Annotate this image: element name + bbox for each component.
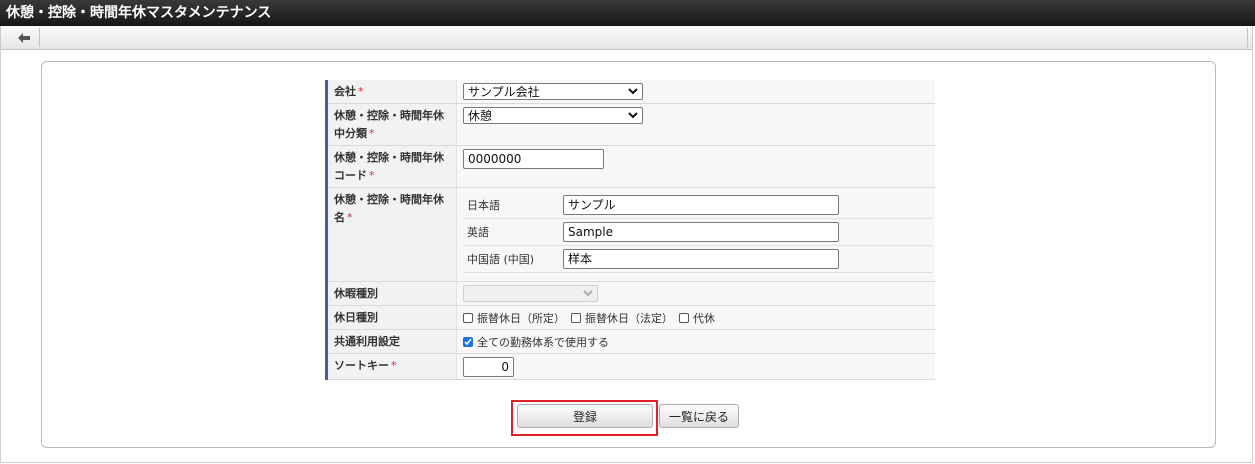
row-code: 休憩・控除・時間年休コード * 0000000 <box>325 145 935 188</box>
holiday-option-substitute-scheduled[interactable]: 振替休日（所定） <box>463 310 565 326</box>
name-row-zh: 中国語 (中国) 样本 <box>463 245 933 273</box>
category-label: 休憩・控除・時間年休中分類 * <box>325 103 457 146</box>
name-zh-input[interactable]: 样本 <box>563 249 839 269</box>
back-button[interactable] <box>8 28 40 47</box>
chevron-down-icon <box>628 112 638 119</box>
required-mark: * <box>369 127 375 140</box>
holiday-option-compensatory[interactable]: 代休 <box>679 310 715 326</box>
row-sort-key: ソートキー * 0 <box>325 353 935 380</box>
sort-key-label: ソートキー * <box>325 353 457 380</box>
row-shared-use: 共通利用設定 全ての勤務体系で使用する <box>325 329 935 354</box>
window-title: 休憩・控除・時間年休マスタメンテナンス <box>0 0 1255 26</box>
checkbox[interactable] <box>571 313 581 323</box>
lang-label: 中国語 (中国) <box>463 245 559 273</box>
holiday-type-label: 休日種別 <box>325 305 457 330</box>
shared-use-label: 共通利用設定 <box>325 329 457 354</box>
required-mark: * <box>391 359 397 372</box>
row-name: 休憩・控除・時間年休名 * 日本語 サンプル 英語 Sample 中国語 (中国)… <box>325 187 935 282</box>
name-row-en: 英語 Sample <box>463 218 933 246</box>
chevron-down-icon <box>628 88 638 95</box>
required-mark: * <box>358 85 364 98</box>
code-label: 休憩・控除・時間年休コード * <box>325 145 457 188</box>
checkbox[interactable] <box>463 313 473 323</box>
required-mark: * <box>347 211 353 224</box>
row-category: 休憩・控除・時間年休中分類 * 休憩 <box>325 103 935 146</box>
leave-type-select[interactable] <box>463 285 598 302</box>
lang-label: 日本語 <box>463 192 559 219</box>
toolbar <box>0 26 1253 50</box>
name-row-ja: 日本語 サンプル <box>463 192 933 219</box>
holiday-option-substitute-legal[interactable]: 振替休日（法定） <box>571 310 673 326</box>
name-en-input[interactable]: Sample <box>563 222 839 242</box>
code-input[interactable]: 0000000 <box>463 149 604 169</box>
back-to-list-button[interactable]: 一覧に戻る <box>659 404 739 428</box>
company-select[interactable]: サンプル会社 <box>463 83 643 100</box>
highlight-frame <box>511 400 658 436</box>
name-table: 日本語 サンプル 英語 Sample 中国語 (中国) 样本 <box>463 192 933 273</box>
lang-label: 英語 <box>463 218 559 246</box>
chevron-down-icon <box>583 290 593 297</box>
checkbox[interactable] <box>679 313 689 323</box>
holiday-type-options: 振替休日（所定） 振替休日（法定） 代休 <box>463 309 931 327</box>
row-holiday-type: 休日種別 振替休日（所定） 振替休日（法定） 代休 <box>325 305 935 330</box>
checkmark-icon <box>464 338 472 346</box>
company-label: 会社 * <box>325 80 457 104</box>
toolbar-divider <box>1247 28 1248 48</box>
sort-key-input[interactable]: 0 <box>463 357 514 377</box>
required-mark: * <box>369 169 375 182</box>
shared-use-option[interactable]: 全ての勤務体系で使用する <box>463 333 931 351</box>
name-label: 休憩・控除・時間年休名 * <box>325 187 457 282</box>
arrow-left-icon <box>17 32 30 43</box>
row-company: 会社 * サンプル会社 <box>325 80 935 104</box>
name-ja-input[interactable]: サンプル <box>563 195 839 215</box>
form-table: 会社 * サンプル会社 休憩・控除・時間年休中分類 * 休憩 休憩・控除・時間年休コ… <box>325 80 935 380</box>
row-leave-type: 休暇種別 <box>325 281 935 306</box>
leave-type-label: 休暇種別 <box>325 281 457 306</box>
checkbox-checked[interactable] <box>463 337 473 347</box>
category-select[interactable]: 休憩 <box>463 107 643 124</box>
